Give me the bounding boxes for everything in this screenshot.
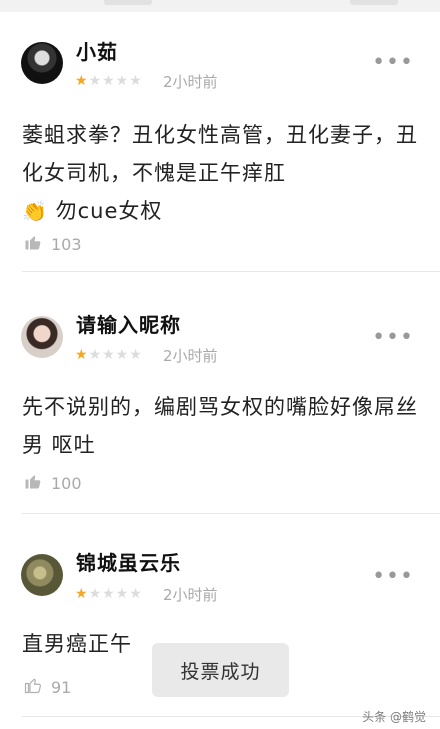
more-options-icon[interactable]: ••• (372, 566, 414, 588)
vote-success-toast: 投票成功 (152, 643, 289, 697)
timestamp: 2小时前 (163, 586, 218, 604)
star-icon: ★★★★ (88, 586, 143, 602)
thumbs-up-icon[interactable] (24, 676, 42, 694)
star-icon: ★ (75, 586, 89, 602)
username[interactable]: 锦城虽云乐 (76, 547, 181, 576)
star-rating: ★★★★★ (75, 587, 143, 601)
like-count: 91 (51, 678, 72, 697)
comment-item: 锦城虽云乐 ★★★★★ 2小时前 ••• 直男癌正午 91 (0, 0, 440, 729)
avatar[interactable] (21, 554, 63, 596)
watermark: 头条 @鹤觉 (362, 710, 426, 724)
